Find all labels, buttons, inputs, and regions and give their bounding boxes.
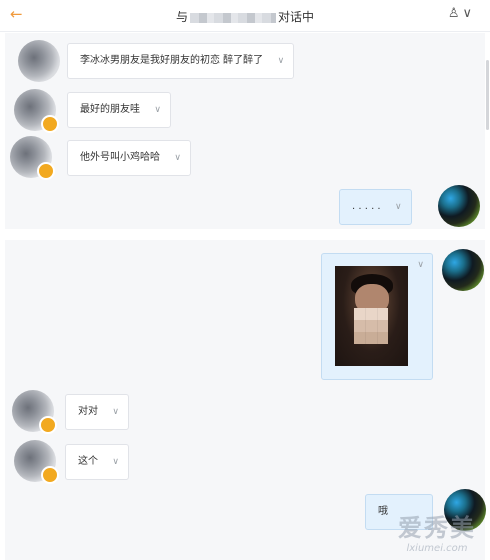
image-message-bubble[interactable]: ∨ — [321, 253, 433, 380]
contact-avatar[interactable] — [18, 40, 60, 82]
message-bubble[interactable]: 这个 ∨ — [65, 444, 129, 480]
site-watermark: 爱秀美 lxiumei.com — [398, 508, 476, 554]
chat-title: 与 对话中 — [0, 8, 490, 25]
message-text: 哦 — [378, 506, 388, 517]
message-bubble-self[interactable]: . . . . . ∨ — [339, 189, 412, 225]
chevron-down-icon[interactable]: ∨ — [462, 6, 472, 21]
message-bubble[interactable]: 最好的朋友哇 ∨ — [67, 92, 171, 128]
contact-avatar[interactable] — [10, 136, 55, 180]
message-text: 李冰冰男朋友是我好朋友的初恋 醉了醉了 — [80, 55, 264, 66]
title-suffix: 对话中 — [278, 10, 315, 24]
header-tools: ♙ ∨ — [445, 6, 472, 21]
blurred-username — [190, 12, 276, 23]
message-text: 最好的朋友哇 — [80, 104, 140, 115]
message-text: 对对 — [78, 406, 98, 417]
chevron-down-icon[interactable]: ∨ — [395, 190, 402, 224]
message-bubble[interactable]: 他外号叫小鸡哈哈 ∨ — [67, 140, 191, 176]
title-prefix: 与 — [175, 10, 188, 24]
message-text: 这个 — [78, 456, 98, 467]
message-text: . . . . . — [352, 201, 381, 212]
message-bubble[interactable]: 对对 ∨ — [65, 394, 129, 430]
message-text: 他外号叫小鸡哈哈 — [80, 152, 160, 163]
message-bubble[interactable]: 李冰冰男朋友是我好朋友的初恋 醉了醉了 ∨ — [67, 43, 295, 79]
chevron-down-icon[interactable]: ∨ — [154, 93, 161, 127]
chevron-down-icon[interactable]: ∨ — [112, 445, 119, 479]
chevron-down-icon[interactable]: ∨ — [174, 141, 181, 175]
shared-photo[interactable] — [335, 266, 408, 366]
watermark-logo-text: 爱秀美 — [398, 513, 476, 542]
photo-mosaic — [354, 308, 388, 344]
chevron-down-icon[interactable]: ∨ — [278, 44, 285, 78]
self-avatar[interactable] — [442, 249, 484, 291]
chevron-down-icon[interactable]: ∨ — [417, 260, 424, 270]
scrollbar[interactable] — [486, 60, 489, 130]
contact-avatar[interactable] — [14, 440, 59, 484]
user-icon[interactable]: ♙ — [448, 6, 460, 21]
watermark-url: lxiumei.com — [406, 543, 468, 554]
chat-header: ← 与对话中 ♙ ∨ — [0, 0, 490, 32]
chevron-down-icon[interactable]: ∨ — [112, 395, 119, 429]
contact-avatar[interactable] — [12, 390, 57, 434]
contact-avatar[interactable] — [14, 89, 59, 133]
self-avatar[interactable] — [438, 185, 480, 227]
